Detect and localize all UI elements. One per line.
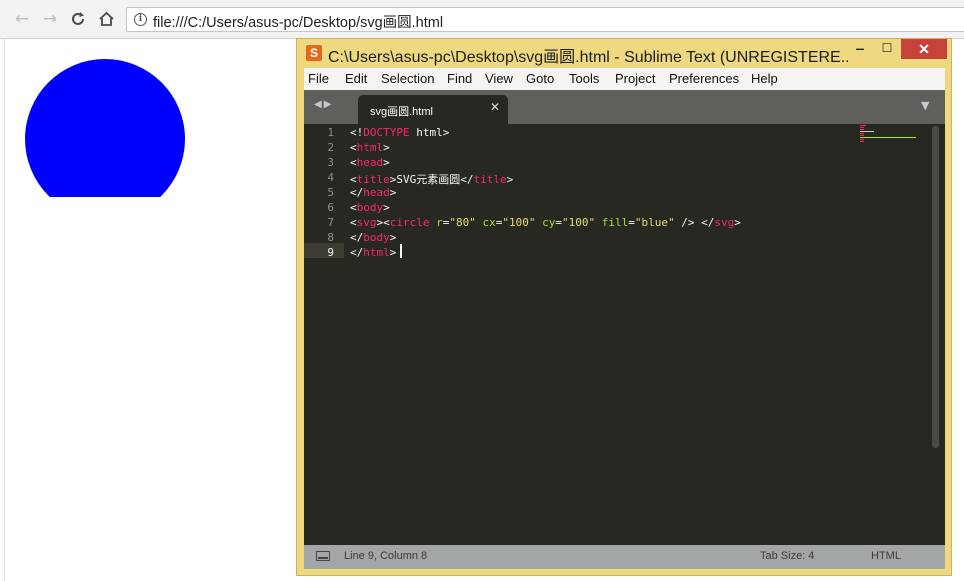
- code-line: <body>: [350, 201, 390, 214]
- close-button[interactable]: ✕: [901, 39, 947, 59]
- menu-find[interactable]: Find: [447, 71, 472, 86]
- menu-help[interactable]: Help: [751, 71, 778, 86]
- menu-view[interactable]: View: [485, 71, 513, 86]
- window-title: C:\Users\asus-pc\Desktop\svg画圆.html - Su…: [328, 49, 848, 66]
- line-number: 6: [327, 201, 334, 214]
- line-number: 3: [327, 156, 334, 169]
- sublime-window: S C:\Users\asus-pc\Desktop\svg画圆.html - …: [296, 38, 952, 576]
- tab-dropdown-icon[interactable]: ▼: [921, 99, 929, 112]
- panel-toggle-icon[interactable]: [316, 551, 330, 561]
- line-number: 9: [327, 246, 334, 259]
- code-line: <!DOCTYPE html>: [350, 126, 450, 139]
- menu-preferences[interactable]: Preferences: [669, 71, 739, 86]
- scrollbar-thumb[interactable]: [932, 126, 939, 448]
- tab-strip: ◀▶ svg画圆.html ✕ ▼: [304, 90, 945, 124]
- browser-toolbar: ← → i file:///C:/Users/asus-pc/Desktop/s…: [0, 0, 964, 39]
- rendered-svg: [25, 59, 185, 197]
- tab-close-icon[interactable]: ✕: [490, 100, 500, 114]
- tab-nav-arrows-icon[interactable]: ◀▶: [314, 99, 333, 110]
- line-number: 5: [327, 186, 334, 199]
- reload-icon[interactable]: [68, 9, 88, 29]
- url-text[interactable]: file:///C:/Users/asus-pc/Desktop/svg画圆.h…: [153, 11, 443, 32]
- syntax-mode[interactable]: HTML: [871, 550, 901, 562]
- menu-selection[interactable]: Selection: [381, 71, 434, 86]
- vertical-scrollbar[interactable]: [932, 126, 940, 543]
- menu-tools[interactable]: Tools: [569, 71, 599, 86]
- text-cursor: [400, 244, 402, 258]
- code-line: <title>SVG元素画圆</title>: [350, 173, 514, 186]
- menu-edit[interactable]: Edit: [345, 71, 367, 86]
- tab-svg-file[interactable]: svg画圆.html ✕: [358, 95, 508, 124]
- tab-label: svg画圆.html: [370, 106, 433, 118]
- code-line: </head>: [350, 186, 397, 199]
- title-bar[interactable]: S C:\Users\asus-pc\Desktop\svg画圆.html - …: [297, 39, 951, 67]
- code-editor[interactable]: 1 2 3 4 5 6 7 8 9 <!DOCTYPE html> <html>…: [304, 124, 945, 545]
- line-gutter: 1 2 3 4 5 6 7 8 9: [304, 124, 344, 545]
- line-number: 7: [327, 216, 334, 229]
- line-number: 2: [327, 141, 334, 154]
- line-number: 1: [327, 126, 334, 139]
- back-arrow-icon[interactable]: ←: [12, 9, 32, 29]
- menu-bar: File Edit Selection Find View Goto Tools…: [304, 68, 945, 91]
- address-bar[interactable]: i file:///C:/Users/asus-pc/Desktop/svg画圆…: [126, 7, 964, 32]
- maximize-button[interactable]: ☐: [877, 39, 897, 59]
- minimize-button[interactable]: ‒: [850, 39, 870, 59]
- code-line: </html>: [350, 246, 397, 259]
- status-bar: Line 9, Column 8 Tab Size: 4 HTML: [304, 545, 945, 569]
- menu-project[interactable]: Project: [615, 71, 655, 86]
- code-line: <html>: [350, 141, 390, 154]
- cursor-position: Line 9, Column 8: [344, 550, 428, 562]
- menu-goto[interactable]: Goto: [526, 71, 554, 86]
- line-number: 4: [327, 171, 334, 184]
- home-icon[interactable]: [96, 9, 116, 29]
- menu-file[interactable]: File: [308, 71, 329, 86]
- forward-arrow-icon[interactable]: →: [40, 9, 60, 29]
- blue-circle: [25, 59, 185, 197]
- tab-size[interactable]: Tab Size: 4: [760, 550, 814, 562]
- sublime-logo-icon: S: [306, 45, 322, 61]
- code-line: <head>: [350, 156, 390, 169]
- code-line: </body>: [350, 231, 397, 244]
- info-icon[interactable]: i: [134, 13, 147, 26]
- minimap[interactable]: [860, 124, 920, 144]
- line-number: 8: [327, 231, 334, 244]
- code-line: <svg><circle r="80" cx="100" cy="100" fi…: [350, 216, 741, 229]
